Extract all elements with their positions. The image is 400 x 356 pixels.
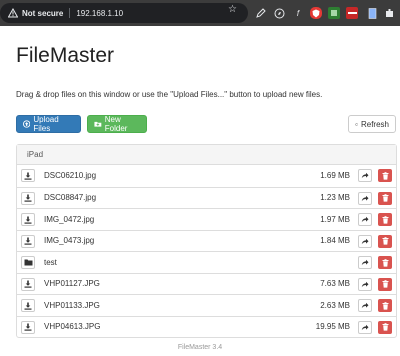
panel-heading: iPad bbox=[17, 145, 396, 165]
share-icon[interactable] bbox=[358, 213, 372, 226]
file-name[interactable]: DSC08847.jpg bbox=[44, 193, 96, 202]
folder-plus-icon bbox=[94, 121, 102, 127]
download-icon[interactable] bbox=[21, 320, 35, 334]
security-label[interactable]: Not secure bbox=[22, 9, 63, 18]
trash-icon[interactable] bbox=[378, 213, 392, 226]
file-name[interactable]: DSC06210.jpg bbox=[44, 171, 96, 180]
new-folder-label: New Folder bbox=[104, 115, 128, 133]
file-size: 19.95 MB bbox=[315, 322, 350, 332]
trash-icon[interactable] bbox=[378, 277, 392, 291]
share-icon[interactable] bbox=[358, 277, 372, 291]
file-row[interactable]: DSC06210.jpg 1.69 MB bbox=[17, 165, 396, 187]
file-size: 1.97 MB bbox=[320, 214, 350, 224]
file-name[interactable]: VHP04613.JPG bbox=[44, 322, 100, 331]
document-extension-icon[interactable] bbox=[366, 7, 378, 19]
intro-text: Drag & drop files on this window or use … bbox=[16, 90, 323, 99]
puzzle-extension-icon[interactable] bbox=[384, 7, 396, 19]
download-icon[interactable] bbox=[21, 213, 35, 226]
trash-icon[interactable] bbox=[378, 191, 392, 205]
file-name[interactable]: VHP01133.JPG bbox=[44, 301, 100, 310]
folder-open-icon[interactable] bbox=[21, 256, 35, 269]
compass-extension-icon[interactable] bbox=[273, 7, 285, 19]
file-size: 2.63 MB bbox=[320, 300, 350, 310]
trash-icon[interactable] bbox=[378, 169, 392, 182]
footer-text: FileMaster 3.4 bbox=[177, 344, 223, 351]
file-list: DSC06210.jpg 1.69 MB DSC08847.jpg 1.23 MB IM… bbox=[17, 165, 396, 337]
address-bar[interactable]: Not secure 192.168.1.10 bbox=[0, 3, 248, 23]
file-name[interactable]: test bbox=[44, 258, 57, 267]
warning-icon bbox=[8, 8, 18, 18]
file-name[interactable]: IMG_0473.jpg bbox=[44, 236, 94, 245]
file-row[interactable]: VHP01127.JPG 7.63 MB bbox=[17, 272, 396, 295]
share-icon[interactable] bbox=[358, 299, 372, 312]
upload-files-label: Upload Files bbox=[33, 115, 59, 133]
file-row[interactable]: IMG_0473.jpg 1.84 MB bbox=[17, 229, 396, 252]
download-icon[interactable] bbox=[21, 234, 35, 248]
file-name[interactable]: VHP01127.JPG bbox=[44, 279, 100, 288]
download-icon[interactable] bbox=[21, 191, 35, 205]
share-icon[interactable] bbox=[358, 320, 372, 334]
folder-row[interactable]: test bbox=[17, 251, 396, 273]
trash-icon[interactable] bbox=[378, 256, 392, 269]
file-row[interactable]: VHP01133.JPG 2.63 MB bbox=[17, 294, 396, 316]
green-extension-icon[interactable] bbox=[328, 7, 340, 19]
file-name[interactable]: IMG_0472.jpg bbox=[44, 215, 94, 224]
share-icon[interactable] bbox=[358, 169, 372, 182]
page-title: FileMaster bbox=[16, 44, 115, 67]
upload-files-button[interactable]: Upload Files bbox=[16, 115, 81, 133]
download-icon[interactable] bbox=[21, 299, 35, 312]
font-extension-icon[interactable]: f bbox=[292, 7, 304, 19]
file-size: 7.63 MB bbox=[320, 279, 350, 289]
new-folder-button[interactable]: New Folder bbox=[87, 115, 147, 133]
pen-extension-icon[interactable] bbox=[254, 7, 266, 19]
url-text[interactable]: 192.168.1.10 bbox=[76, 9, 123, 18]
download-icon[interactable] bbox=[21, 169, 35, 182]
trash-icon[interactable] bbox=[378, 299, 392, 312]
shield-extension-icon[interactable] bbox=[310, 7, 322, 19]
file-list-panel: iPad DSC06210.jpg 1.69 MB DSC08847.jpg 1.23… bbox=[16, 144, 397, 338]
file-size: 1.23 MB bbox=[320, 193, 350, 203]
red-extension-icon[interactable] bbox=[346, 7, 358, 19]
share-icon[interactable] bbox=[358, 234, 372, 248]
share-icon[interactable] bbox=[358, 256, 372, 269]
browser-toolbar: Not secure 192.168.1.10 ☆ f bbox=[0, 0, 400, 26]
download-icon[interactable] bbox=[21, 277, 35, 291]
file-size: 1.84 MB bbox=[320, 236, 350, 246]
upload-icon bbox=[23, 120, 31, 128]
file-row[interactable]: VHP04613.JPG 19.95 MB bbox=[17, 315, 396, 338]
refresh-label: Refresh bbox=[360, 119, 389, 129]
refresh-button[interactable]: Refresh bbox=[348, 115, 396, 133]
divider bbox=[69, 8, 71, 18]
trash-icon[interactable] bbox=[378, 320, 392, 334]
file-row[interactable]: IMG_0472.jpg 1.97 MB bbox=[17, 208, 396, 230]
trash-icon[interactable] bbox=[378, 234, 392, 248]
file-size: 1.69 MB bbox=[320, 171, 350, 181]
share-icon[interactable] bbox=[358, 191, 372, 205]
bookmark-star-icon[interactable]: ☆ bbox=[228, 4, 237, 15]
file-row[interactable]: DSC08847.jpg 1.23 MB bbox=[17, 186, 396, 209]
refresh-icon bbox=[355, 122, 358, 126]
